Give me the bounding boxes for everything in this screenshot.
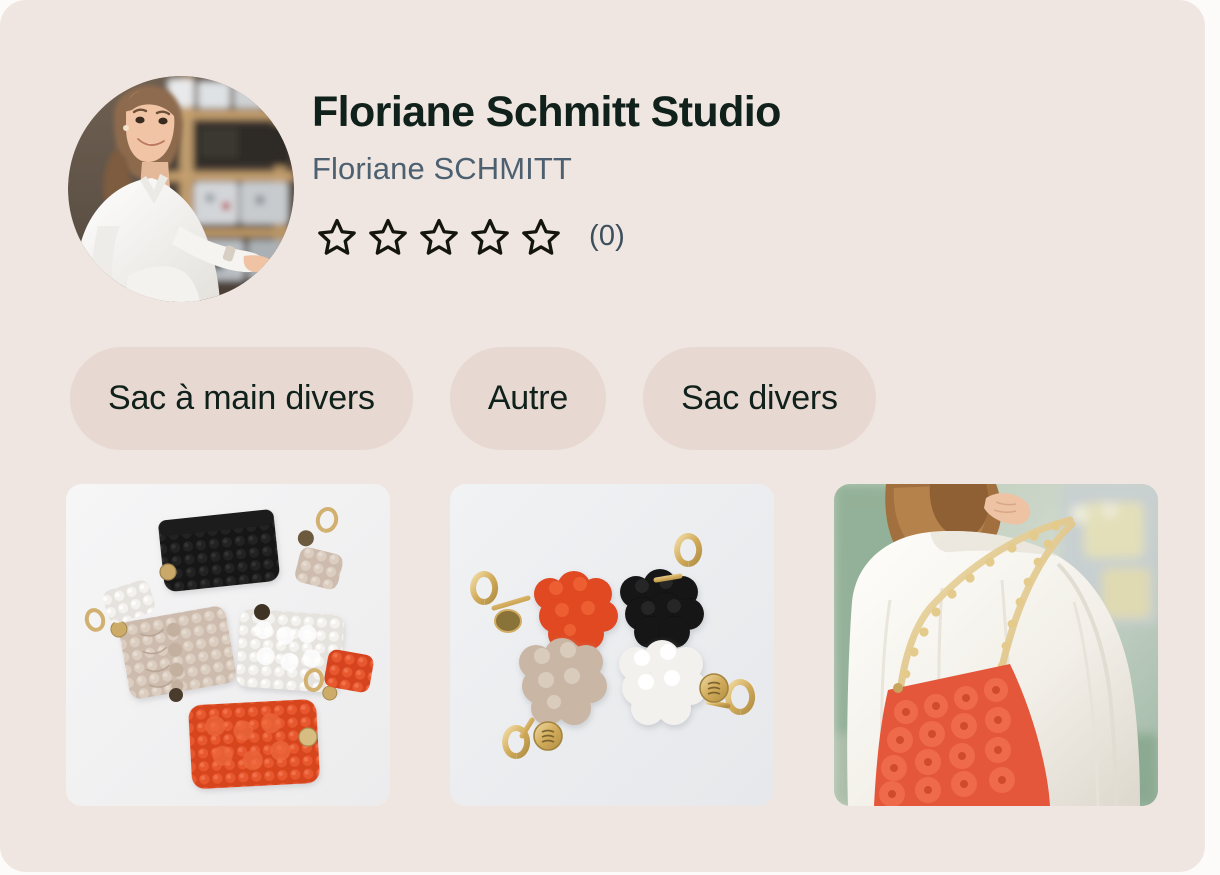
avatar-photo-icon: [68, 76, 294, 302]
category-tag-sac-divers[interactable]: Sac divers: [643, 347, 876, 450]
product-flatlay-image: [66, 484, 390, 806]
product-gallery: [66, 484, 1158, 806]
model-with-bag-image: [834, 484, 1158, 806]
shop-profile-card: Floriane Schmitt Studio Floriane SCHMITT…: [0, 0, 1205, 872]
star-outline-icon[interactable]: [469, 216, 511, 258]
star-outline-icon[interactable]: [316, 216, 358, 258]
identity-block: Floriane Schmitt Studio Floriane SCHMITT…: [312, 76, 781, 258]
owner-name: Floriane SCHMITT: [312, 151, 572, 187]
category-tag-list: Sac à main divers Autre Sac divers: [70, 347, 876, 450]
star-outline-icon[interactable]: [520, 216, 562, 258]
rating-row: (0): [312, 216, 781, 258]
category-tag-autre[interactable]: Autre: [449, 347, 607, 450]
star-rating[interactable]: [316, 216, 562, 258]
avatar[interactable]: [68, 76, 294, 302]
gallery-thumb-1[interactable]: [66, 484, 390, 806]
shop-name: Floriane Schmitt Studio: [312, 88, 781, 136]
star-outline-icon[interactable]: [418, 216, 460, 258]
category-tag-sac-a-main-divers[interactable]: Sac à main divers: [70, 347, 413, 450]
keychain-charms-image: [450, 484, 774, 806]
star-outline-icon[interactable]: [367, 216, 409, 258]
profile-header: Floriane Schmitt Studio Floriane SCHMITT…: [68, 76, 781, 302]
gallery-thumb-2[interactable]: [450, 484, 774, 806]
gallery-thumb-3[interactable]: [834, 484, 1158, 806]
rating-count: (0): [589, 220, 626, 253]
